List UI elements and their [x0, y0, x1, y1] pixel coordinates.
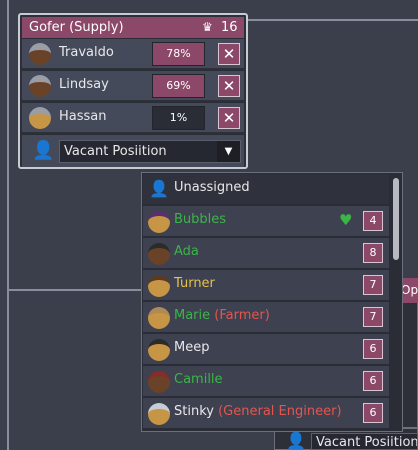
- select-value: Vacant Posiition: [64, 144, 167, 159]
- skill-badge: 6: [363, 371, 383, 391]
- skill-percent: 78%: [152, 42, 205, 66]
- close-icon: ✕: [222, 109, 236, 127]
- person-icon: 👤: [286, 431, 306, 450]
- connector-line: [7, 0, 9, 450]
- connector-line: [9, 289, 144, 291]
- dupe-name: Lindsay: [59, 77, 109, 92]
- connector-line: [248, 19, 418, 21]
- option-name: Meep: [174, 340, 210, 355]
- crown-icon: ♛: [202, 20, 213, 34]
- option-trait: (Farmer): [214, 308, 270, 323]
- heart-icon: ♥: [339, 211, 353, 229]
- avatar: [29, 75, 51, 97]
- job-panel: Gofer (Supply) ♛ 16 Travaldo 78% ✕ Linds…: [18, 13, 248, 169]
- avatar: [148, 211, 170, 233]
- avatar: [148, 339, 170, 361]
- assigned-row[interactable]: Travaldo 78% ✕: [22, 38, 244, 68]
- remove-button[interactable]: ✕: [218, 43, 240, 65]
- person-icon: 👤: [32, 140, 55, 161]
- dupe-name: Travaldo: [59, 45, 114, 60]
- scrollbar-thumb[interactable]: [393, 178, 399, 260]
- option-name: Bubbles: [174, 212, 227, 227]
- person-icon: 👤: [149, 179, 169, 198]
- option-name-text: Stinky: [174, 404, 214, 419]
- dropdown-option[interactable]: Ada 8: [143, 238, 389, 269]
- skill-badge: 6: [363, 403, 383, 423]
- capacity-count: 16: [221, 20, 238, 35]
- option-name: Camille: [174, 372, 223, 387]
- connector-line: [0, 0, 418, 2]
- vacant-position-select[interactable]: Vacant Posiition: [311, 433, 418, 450]
- dropdown-option[interactable]: 👤 Unassigned: [143, 174, 389, 205]
- dropdown-option[interactable]: Meep 6: [143, 334, 389, 365]
- avatar: [148, 371, 170, 393]
- skill-badge: 8: [363, 243, 383, 263]
- vacant-position-row: 👤 Vacant Posiition ▼: [22, 134, 244, 167]
- skill-badge: 6: [363, 339, 383, 359]
- skill-percent: 1%: [152, 106, 205, 130]
- skill-percent: 69%: [152, 74, 205, 98]
- avatar: [148, 275, 170, 297]
- remove-button[interactable]: ✕: [218, 75, 240, 97]
- option-name-text: Marie: [174, 308, 211, 323]
- assignee-dropdown: 👤 Unassigned Bubbles ♥ 4 Ada 8 Turner 7 …: [141, 172, 403, 432]
- job-title: Gofer (Supply): [29, 20, 124, 35]
- option-trait: (General Engineer): [218, 404, 342, 419]
- option-name: Stinky (General Engineer): [174, 404, 342, 419]
- vacant-position-select[interactable]: Vacant Posiition ▼: [59, 140, 241, 163]
- remove-button[interactable]: ✕: [218, 107, 240, 129]
- skill-badge: 7: [363, 275, 383, 295]
- assigned-row[interactable]: Lindsay 69% ✕: [22, 70, 244, 100]
- dropdown-scrollbar[interactable]: [391, 174, 401, 430]
- dupe-name: Hassan: [59, 109, 107, 124]
- close-icon: ✕: [222, 77, 236, 95]
- dropdown-option[interactable]: Marie (Farmer) 7: [143, 302, 389, 333]
- chevron-down-icon[interactable]: ▼: [217, 141, 240, 162]
- avatar: [29, 43, 51, 65]
- close-icon: ✕: [222, 45, 236, 63]
- skill-badge: 4: [363, 211, 383, 231]
- dropdown-option[interactable]: Stinky (General Engineer) 6: [143, 398, 389, 429]
- dropdown-option[interactable]: Bubbles ♥ 4: [143, 206, 389, 237]
- option-name: Marie (Farmer): [174, 308, 270, 323]
- option-name: Ada: [174, 244, 199, 259]
- option-name: Unassigned: [174, 180, 250, 195]
- option-name: Turner: [174, 276, 215, 291]
- avatar: [148, 403, 170, 425]
- avatar: [148, 307, 170, 329]
- job-panel-header: Gofer (Supply) ♛ 16: [22, 17, 244, 38]
- dropdown-option[interactable]: Camille 6: [143, 366, 389, 397]
- dropdown-option[interactable]: Turner 7: [143, 270, 389, 301]
- assigned-row[interactable]: Hassan 1% ✕: [22, 102, 244, 132]
- avatar: [29, 107, 51, 129]
- avatar: [148, 243, 170, 265]
- skill-badge: 7: [363, 307, 383, 327]
